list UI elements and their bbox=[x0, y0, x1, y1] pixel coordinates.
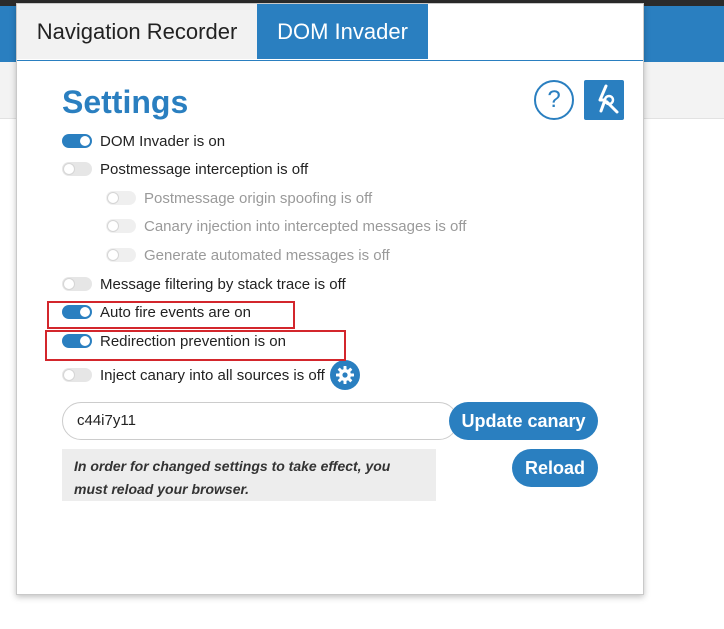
tab-bar: Navigation Recorder DOM Invader bbox=[17, 4, 643, 61]
canary-input[interactable]: c44i7y11 bbox=[62, 402, 458, 440]
dom-invader-popup: Navigation Recorder DOM Invader Settings… bbox=[16, 3, 644, 595]
toggle-row-stack-filter: Message filtering by stack trace is off bbox=[62, 273, 346, 295]
toggle-row-inject-canary: Inject canary into all sources is off bbox=[62, 360, 360, 390]
origin-spoofing-toggle[interactable] bbox=[106, 191, 136, 205]
inject-canary-label: Inject canary into all sources is off bbox=[100, 366, 325, 384]
toggle-row-generate-messages: Generate automated messages is off bbox=[106, 244, 390, 266]
gear-icon bbox=[335, 366, 354, 384]
canary-settings-button[interactable] bbox=[329, 360, 360, 390]
help-button[interactable]: ? bbox=[534, 80, 574, 120]
page-title: Settings bbox=[62, 84, 189, 120]
canary-injection-toggle[interactable] bbox=[106, 219, 136, 233]
update-canary-button[interactable]: Update canary bbox=[449, 402, 598, 440]
stack-filter-label: Message filtering by stack trace is off bbox=[100, 275, 346, 293]
wrench-tool-icon bbox=[598, 84, 619, 114]
question-mark-icon: ? bbox=[547, 86, 561, 113]
toggle-row-postmessage: Postmessage interception is off bbox=[62, 158, 308, 180]
reload-button[interactable]: Reload bbox=[512, 449, 598, 487]
toggle-row-origin-spoofing: Postmessage origin spoofing is off bbox=[106, 187, 372, 209]
highlight-box-redirection bbox=[45, 330, 346, 361]
reload-notice: In order for changed settings to take ef… bbox=[62, 449, 436, 501]
toggle-row-canary-injection: Canary injection into intercepted messag… bbox=[106, 215, 466, 237]
toggle-row-dom-invader: DOM Invader is on bbox=[62, 130, 225, 152]
postmessage-toggle[interactable] bbox=[62, 162, 92, 176]
tab-navigation-recorder[interactable]: Navigation Recorder bbox=[17, 4, 257, 59]
dom-invader-toggle[interactable] bbox=[62, 134, 92, 148]
dom-invader-label: DOM Invader is on bbox=[100, 132, 226, 150]
canary-injection-label: Canary injection into intercepted messag… bbox=[144, 217, 467, 235]
postmessage-label: Postmessage interception is off bbox=[100, 160, 309, 178]
tab-dom-invader[interactable]: DOM Invader bbox=[257, 4, 428, 59]
inject-canary-toggle[interactable] bbox=[62, 368, 92, 382]
generate-messages-label: Generate automated messages is off bbox=[144, 246, 390, 264]
highlight-box-auto-fire bbox=[47, 301, 295, 329]
stack-filter-toggle[interactable] bbox=[62, 277, 92, 291]
tools-button[interactable] bbox=[584, 80, 624, 120]
generate-messages-toggle[interactable] bbox=[106, 248, 136, 262]
origin-spoofing-label: Postmessage origin spoofing is off bbox=[144, 189, 373, 207]
